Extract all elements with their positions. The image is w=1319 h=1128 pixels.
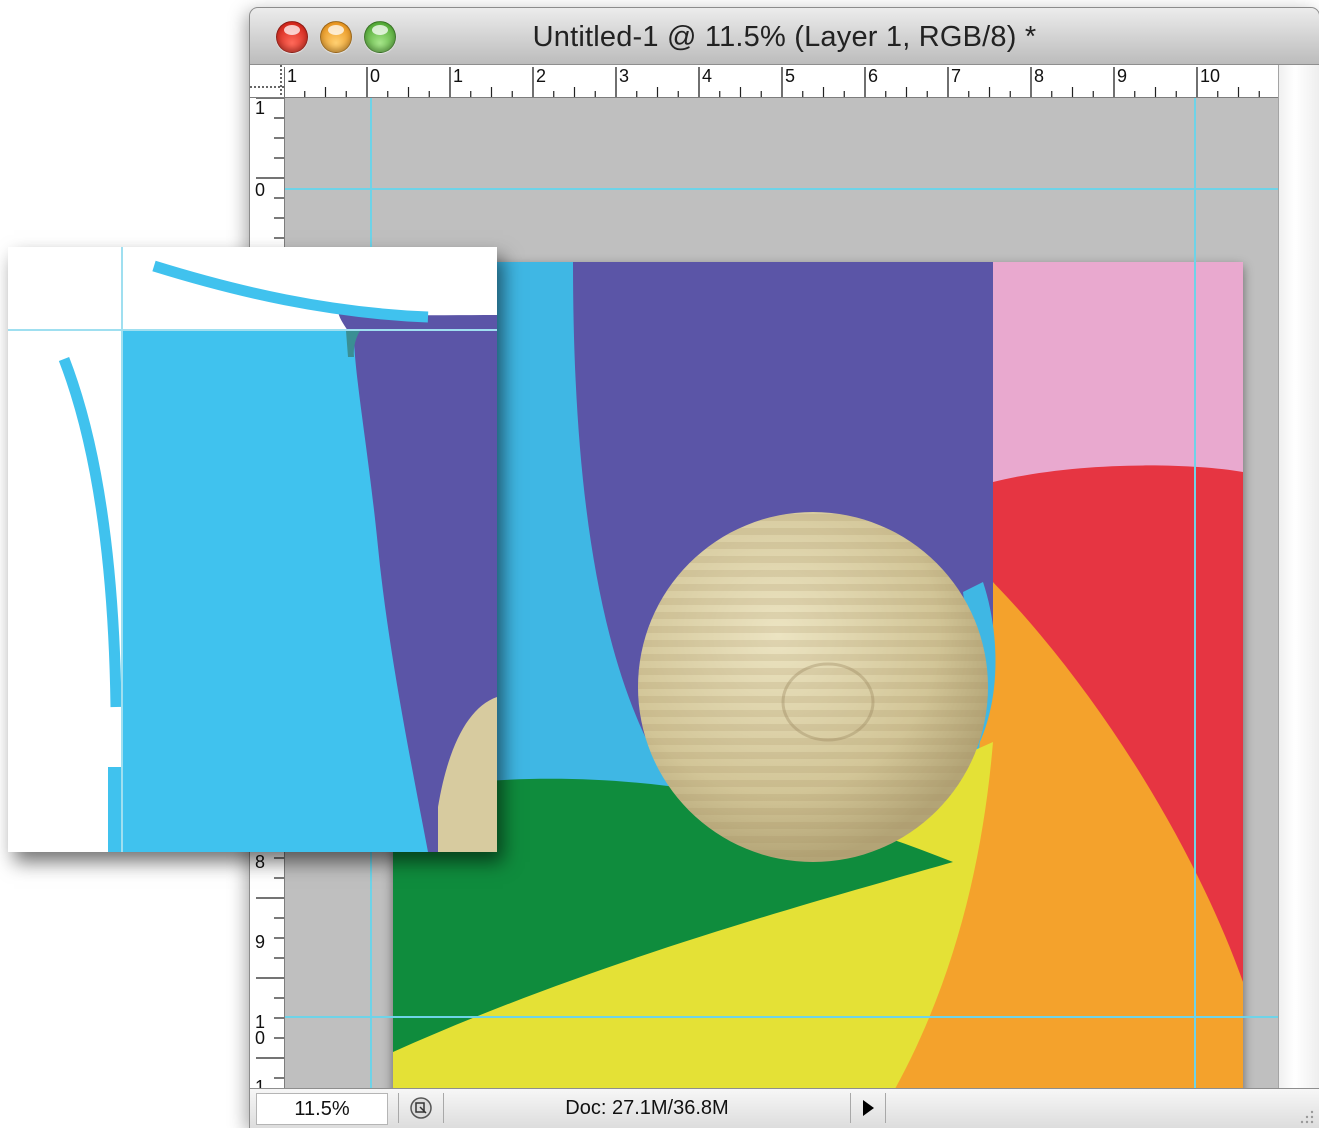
status-menu-button[interactable] (850, 1093, 886, 1123)
ruler-v-label: 0 (255, 180, 265, 200)
resize-grip-icon[interactable] (1293, 1103, 1315, 1125)
zoomed-detail-inset (8, 247, 497, 852)
guide-vertical-right[interactable] (1194, 98, 1196, 1088)
ruler-h-label: 5 (785, 66, 795, 86)
ruler-v-label: 1 (255, 98, 265, 118)
ruler-origin[interactable] (250, 65, 285, 98)
document-size-info: Doc: 27.1M/36.8M (565, 1097, 729, 1119)
ruler-h-label: 8 (1034, 66, 1044, 86)
guide-horizontal-top[interactable] (285, 188, 1279, 190)
ruler-h-label: 6 (868, 66, 878, 86)
guide-horizontal-bottom[interactable] (285, 1016, 1279, 1018)
window-title: Untitled-1 @ 11.5% (Layer 1, RGB/8) * (532, 21, 1037, 53)
ruler-h-label: 1 (453, 66, 463, 86)
ruler-h-label: 4 (702, 66, 712, 86)
rainbow-photo (393, 262, 1243, 1110)
horizontal-ruler-ticks: 10123456789101 (284, 66, 1302, 97)
ruler-v-label: 9 (255, 932, 265, 952)
ruler-h-label: 9 (1117, 66, 1127, 86)
zoomed-corner-detail (8, 247, 497, 852)
ruler-h-label: 10 (1200, 66, 1220, 86)
status-bar: 11.5% Doc: 27.1M/36.8M (250, 1088, 1319, 1128)
ruler-v-label: 1 (255, 1077, 265, 1088)
horizontal-ruler[interactable]: 10123456789101 (284, 65, 1319, 98)
vertical-scrollbar[interactable] (1278, 65, 1319, 1088)
triangle-right-icon (863, 1100, 874, 1116)
title-bar[interactable]: Untitled-1 @ 11.5% (Layer 1, RGB/8) * (250, 8, 1319, 65)
status-options-button[interactable] (398, 1093, 444, 1123)
ruler-h-label: 2 (536, 66, 546, 86)
ruler-h-label: 1 (287, 66, 297, 86)
ruler-v-label: 8 (255, 852, 265, 872)
ruler-v-label: 0 (255, 1028, 265, 1048)
ruler-h-label: 7 (951, 66, 961, 86)
artwork-image[interactable] (393, 262, 1243, 1110)
ruler-h-label: 0 (370, 66, 380, 86)
zoom-level-field[interactable]: 11.5% (256, 1093, 388, 1125)
document-status-icon (410, 1097, 432, 1119)
ruler-h-label: 3 (619, 66, 629, 86)
